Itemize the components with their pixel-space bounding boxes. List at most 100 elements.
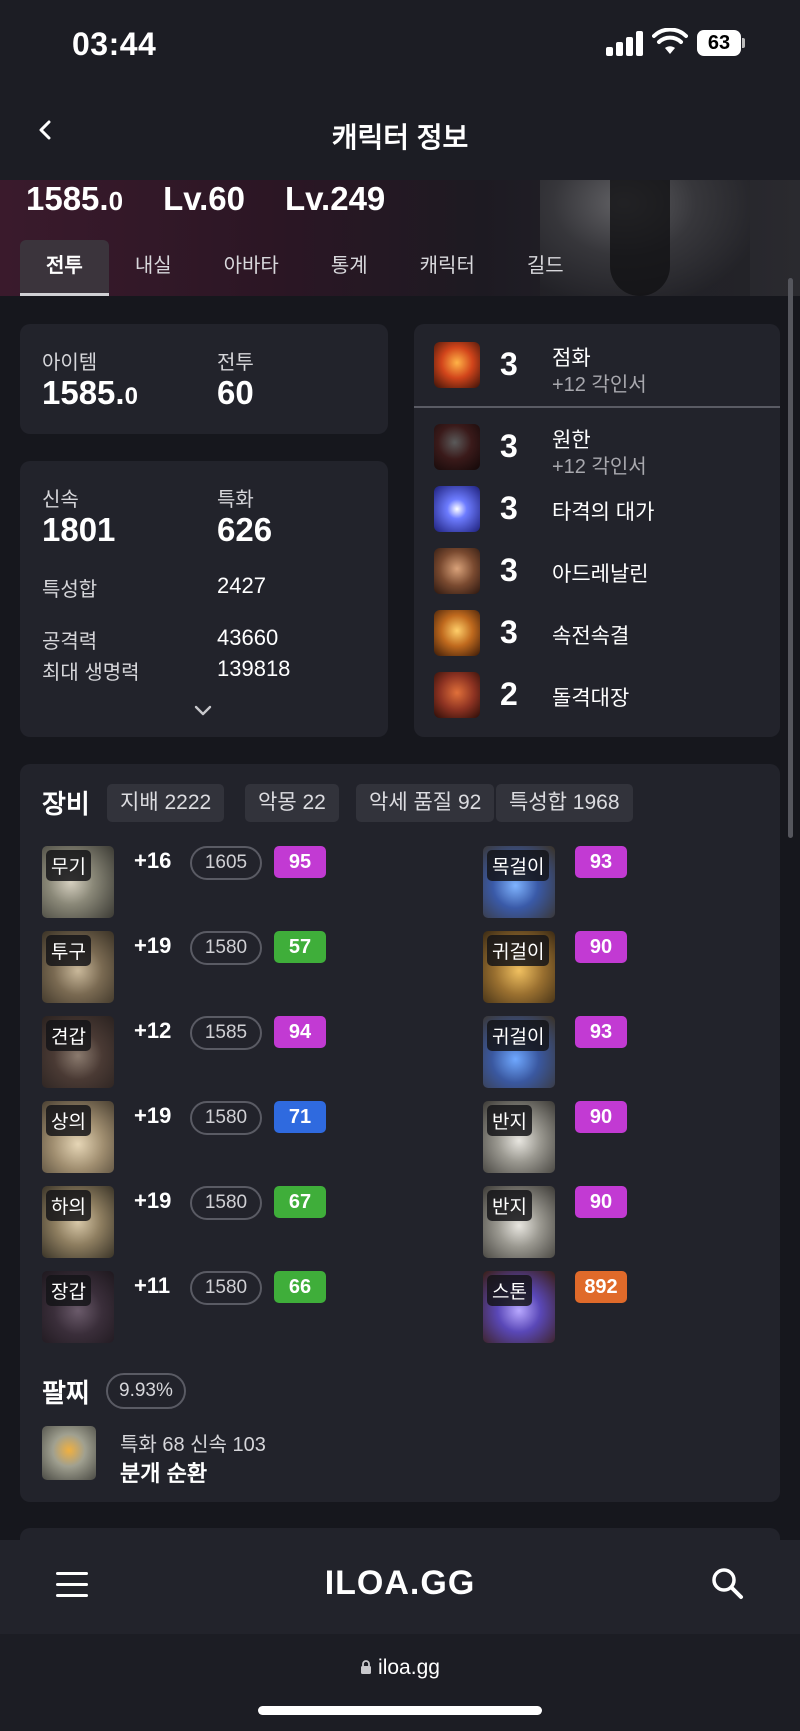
engraving-name: 아드레날린 <box>552 563 649 586</box>
chevron-down-icon[interactable] <box>194 705 212 717</box>
page-title: 캐릭터 정보 <box>331 122 469 153</box>
tab-stats[interactable]: 통계 <box>305 240 394 296</box>
hit-master-icon <box>434 486 480 532</box>
hero-item-level: 1585.0 <box>26 180 124 217</box>
engraving-level: 3 <box>500 490 518 526</box>
engraving-divider <box>414 406 780 408</box>
quality-badge: 93 <box>575 1016 627 1048</box>
honing-level: +12 <box>134 1018 172 1043</box>
grudge-icon <box>434 424 480 470</box>
equipment-title: 장비 <box>42 789 90 819</box>
hp-label: 최대 생명력 <box>42 662 140 684</box>
hero-combat-level: Lv.60 <box>163 180 245 217</box>
slot-tag: 상의 <box>46 1105 91 1136</box>
slot-tag: 스톤 <box>487 1275 532 1306</box>
equipment-slot-gloves[interactable]: 장갑 +11 1580 66 <box>42 1271 342 1343</box>
item-level-pill: 1580 <box>190 1186 262 1220</box>
attack-value: 43660 <box>217 625 279 650</box>
engravings-card: 3 점화 +12 각인서 3 원한 +12 각인서 3 타격의 대가 3 아드레… <box>414 324 780 737</box>
tab-bar: 전투 내실 아바타 통계 캐릭터 길드 <box>20 240 590 296</box>
tab-inner[interactable]: 내실 <box>109 240 198 296</box>
combat-level-value: 60 <box>217 374 254 411</box>
url-display[interactable]: iloa.gg <box>0 1656 800 1680</box>
adrenaline-icon <box>434 548 480 594</box>
signal-icon <box>606 30 644 56</box>
accessory-slot-ring-1[interactable]: 반지 90 <box>483 1101 633 1173</box>
tab-character[interactable]: 캐릭터 <box>394 240 501 296</box>
character-hero: 1585.0 Lv.60 Lv.249 전투 내실 아바타 통계 캐릭터 길드 <box>0 180 800 296</box>
stats-card: 신속 1801 특화 626 특성합 2427 공격력 43660 최대 생명력… <box>20 461 388 737</box>
summary-card: 아이템 1585.0 전투 60 <box>20 324 388 434</box>
lock-icon <box>361 1660 372 1674</box>
equipment-slot-helmet[interactable]: 투구 +19 1580 57 <box>42 931 342 1003</box>
brand-logo[interactable]: ILOA.GG <box>0 1564 800 1603</box>
quality-badge: 67 <box>274 1186 326 1218</box>
item-level-pill: 1605 <box>190 846 262 880</box>
engraving-name: 속전속결 <box>552 625 630 648</box>
item-level-value: 1585.0 <box>42 374 138 411</box>
bracelet-percent: 9.93% <box>106 1373 186 1409</box>
quality-badge: 71 <box>274 1101 326 1133</box>
slot-tag: 반지 <box>487 1105 532 1136</box>
engraving-level: 3 <box>500 428 518 464</box>
scrollbar[interactable] <box>788 278 793 838</box>
accessory-slot-necklace[interactable]: 목걸이 93 <box>483 846 633 918</box>
hero-expedition-level: Lv.249 <box>285 180 386 217</box>
accessory-slot-stone[interactable]: 스톤 892 <box>483 1271 633 1343</box>
slot-tag: 반지 <box>487 1190 532 1221</box>
engraving-level: 2 <box>500 676 518 712</box>
engraving-level: 3 <box>500 614 518 650</box>
specialization-value: 626 <box>217 511 273 548</box>
equipment-chips: 지배 2222 악몽 22 악세 품질 92 특성합 1968 <box>107 784 633 822</box>
honing-level: +19 <box>134 1103 172 1128</box>
chip-dominion-set: 지배 2222 <box>107 784 225 822</box>
browser-url-bar: iloa.gg <box>0 1634 800 1731</box>
chip-stat-total: 특성합 1968 <box>496 784 633 822</box>
bottom-app-bar: ILOA.GG <box>0 1540 800 1634</box>
hp-value: 139818 <box>217 656 291 681</box>
equipment-slot-pants[interactable]: 하의 +19 1580 67 <box>42 1186 342 1258</box>
engraving-name: 타격의 대가 <box>552 501 655 524</box>
search-icon[interactable] <box>710 1566 744 1600</box>
item-level-label: 아이템 <box>42 352 98 374</box>
honing-level: +11 <box>134 1273 171 1298</box>
swiftness-value: 1801 <box>42 511 116 548</box>
quality-badge: 90 <box>575 1101 627 1133</box>
swiftness-label: 신속 <box>42 489 79 511</box>
slot-tag: 목걸이 <box>487 850 550 881</box>
chip-accessory-quality: 악세 품질 92 <box>356 784 495 822</box>
equipment-slot-weapon[interactable]: 무기 +16 1605 95 <box>42 846 342 918</box>
equipment-slot-shoulder[interactable]: 견갑 +12 1585 94 <box>42 1016 342 1088</box>
tab-combat[interactable]: 전투 <box>20 240 109 296</box>
slot-tag: 투구 <box>46 935 91 966</box>
total-stat-label: 특성합 <box>42 579 98 601</box>
honing-level: +16 <box>134 848 172 873</box>
item-level-pill: 1580 <box>190 1271 262 1305</box>
swift-battle-icon <box>434 610 480 656</box>
attack-label: 공격력 <box>42 631 98 653</box>
accessory-slot-earring-2[interactable]: 귀걸이 93 <box>483 1016 633 1088</box>
tab-avatar[interactable]: 아바타 <box>198 240 305 296</box>
quality-badge: 90 <box>575 1186 627 1218</box>
equipment-slot-chest[interactable]: 상의 +19 1580 71 <box>42 1101 342 1173</box>
quality-badge: 57 <box>274 931 326 963</box>
quality-badge: 66 <box>274 1271 326 1303</box>
accessory-slot-earring-1[interactable]: 귀걸이 90 <box>483 931 633 1003</box>
bracelet-icon[interactable] <box>42 1426 96 1480</box>
honing-level: +19 <box>134 933 172 958</box>
slot-tag: 무기 <box>46 850 91 881</box>
item-level-pill: 1580 <box>190 1101 262 1135</box>
engraving-book: +12 각인서 <box>552 374 647 396</box>
accessory-slot-ring-2[interactable]: 반지 90 <box>483 1186 633 1258</box>
engraving-level: 3 <box>500 552 518 588</box>
bracelet-title: 팔찌 <box>42 1378 90 1408</box>
specialization-label: 특화 <box>217 489 254 511</box>
home-indicator[interactable] <box>258 1706 542 1715</box>
hero-stats: 1585.0 Lv.60 Lv.249 <box>26 180 386 217</box>
total-stat-value: 2427 <box>217 573 266 598</box>
quality-badge: 93 <box>575 846 627 878</box>
nav-bar: 캐릭터 정보 <box>0 90 800 180</box>
tab-guild[interactable]: 길드 <box>501 240 590 296</box>
slot-tag: 귀걸이 <box>487 935 550 966</box>
slot-tag: 견갑 <box>46 1020 91 1051</box>
